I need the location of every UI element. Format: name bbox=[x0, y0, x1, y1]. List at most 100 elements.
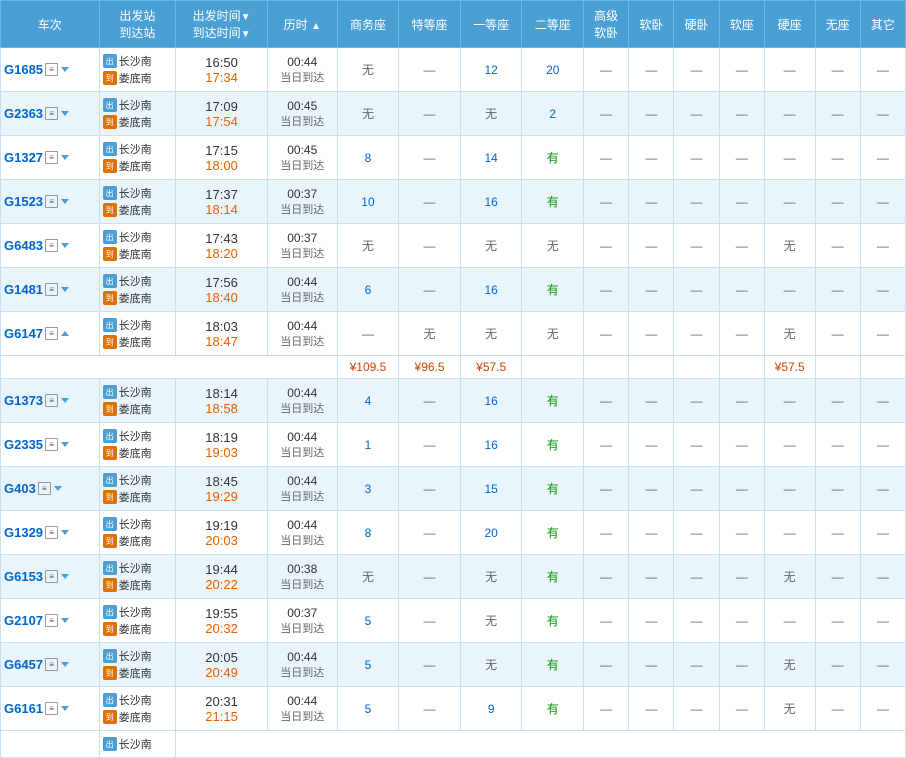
train-number[interactable]: G6483 ≡ bbox=[1, 224, 100, 268]
arr-time: 18:40 bbox=[179, 290, 264, 305]
col-times[interactable]: 出发时间▼到达时间▼ bbox=[176, 1, 268, 48]
table-cell: — bbox=[860, 511, 905, 555]
table-cell: — bbox=[399, 687, 461, 731]
table-cell: — bbox=[719, 136, 764, 180]
station-cell: 出 长沙南 到 娄底南 bbox=[99, 180, 176, 224]
table-cell[interactable]: 15 bbox=[460, 467, 522, 511]
table-cell: 有 bbox=[522, 268, 584, 312]
table-cell: 无 bbox=[337, 48, 399, 92]
table-cell[interactable]: 8 bbox=[337, 136, 399, 180]
table-cell: 无 bbox=[460, 643, 522, 687]
arr-time: 20:49 bbox=[179, 665, 264, 680]
dep-time: 17:09 bbox=[179, 99, 264, 114]
price-soft-sleeper bbox=[629, 356, 674, 379]
duration: 00:44 bbox=[271, 650, 334, 664]
train-detail-icon[interactable]: ≡ bbox=[45, 283, 58, 296]
table-cell[interactable]: 8 bbox=[337, 511, 399, 555]
train-detail-icon[interactable]: ≡ bbox=[45, 658, 58, 671]
dep-station-icon: 出 bbox=[103, 318, 117, 332]
table-cell[interactable]: 5 bbox=[337, 599, 399, 643]
train-number[interactable]: G1523 ≡ bbox=[1, 180, 100, 224]
same-day-note: 当日到达 bbox=[271, 333, 334, 349]
train-number[interactable]: G1685 ≡ bbox=[1, 48, 100, 92]
table-cell: 无 bbox=[337, 224, 399, 268]
train-number[interactable]: G6161 ≡ bbox=[1, 687, 100, 731]
table-cell[interactable]: 6 bbox=[337, 268, 399, 312]
table-cell: — bbox=[764, 268, 815, 312]
station-cell: 出 长沙南 到 娄底南 bbox=[99, 312, 176, 356]
train-number[interactable]: G1327 ≡ bbox=[1, 136, 100, 180]
table-cell[interactable]: 12 bbox=[460, 48, 522, 92]
table-cell: — bbox=[629, 180, 674, 224]
train-number[interactable]: G2335 ≡ bbox=[1, 423, 100, 467]
table-cell[interactable]: 3 bbox=[337, 467, 399, 511]
table-cell[interactable]: 5 bbox=[337, 687, 399, 731]
train-number[interactable]: G2363 ≡ bbox=[1, 92, 100, 136]
table-cell[interactable]: 9 bbox=[460, 687, 522, 731]
table-cell: — bbox=[719, 467, 764, 511]
col-duration[interactable]: 历时 ▲ bbox=[267, 1, 337, 48]
train-detail-icon[interactable]: ≡ bbox=[45, 63, 58, 76]
train-detail-icon[interactable]: ≡ bbox=[45, 151, 58, 164]
table-cell: — bbox=[629, 423, 674, 467]
train-detail-icon[interactable]: ≡ bbox=[45, 107, 58, 120]
table-cell[interactable]: 5 bbox=[337, 643, 399, 687]
table-cell[interactable]: 16 bbox=[460, 423, 522, 467]
table-cell: 无 bbox=[764, 555, 815, 599]
time-cell: 18:03 18:47 bbox=[176, 312, 268, 356]
table-cell[interactable]: 4 bbox=[337, 379, 399, 423]
table-cell: 无 bbox=[764, 312, 815, 356]
table-cell[interactable]: 10 bbox=[337, 180, 399, 224]
table-cell[interactable]: 16 bbox=[460, 268, 522, 312]
time-cell: 16:50 17:34 bbox=[176, 48, 268, 92]
dep-station: 长沙南 bbox=[119, 317, 152, 333]
train-detail-icon[interactable]: ≡ bbox=[45, 327, 58, 340]
table-row: G6457 ≡ 出 长沙南 到 娄底南 20:05 20:49 00:44 当日… bbox=[1, 643, 906, 687]
price-no-seat bbox=[815, 356, 860, 379]
price-soft-seat bbox=[719, 356, 764, 379]
dep-time: 17:43 bbox=[179, 231, 264, 246]
table-cell[interactable]: 14 bbox=[460, 136, 522, 180]
train-detail-icon[interactable]: ≡ bbox=[45, 195, 58, 208]
arr-time: 20:03 bbox=[179, 533, 264, 548]
table-cell: — bbox=[584, 423, 629, 467]
table-cell: — bbox=[674, 136, 719, 180]
train-number[interactable]: G1329 ≡ bbox=[1, 511, 100, 555]
table-cell[interactable]: 1 bbox=[337, 423, 399, 467]
train-detail-icon[interactable]: ≡ bbox=[45, 614, 58, 627]
table-cell: — bbox=[584, 687, 629, 731]
train-number[interactable]: G1481 ≡ bbox=[1, 268, 100, 312]
table-cell[interactable]: 20 bbox=[460, 511, 522, 555]
price-first: ¥57.5 bbox=[460, 356, 522, 379]
train-detail-icon[interactable]: ≡ bbox=[45, 438, 58, 451]
dep-station: 长沙南 bbox=[119, 53, 152, 69]
train-number[interactable]: G6457 ≡ bbox=[1, 643, 100, 687]
table-cell[interactable]: 2 bbox=[522, 92, 584, 136]
train-number[interactable]: G6153 ≡ bbox=[1, 555, 100, 599]
duration-cell: 00:37 当日到达 bbox=[267, 180, 337, 224]
dep-station: 长沙南 bbox=[119, 604, 152, 620]
train-detail-icon[interactable]: ≡ bbox=[45, 526, 58, 539]
train-number[interactable]: G1373 ≡ bbox=[1, 379, 100, 423]
train-number[interactable]: G2107 ≡ bbox=[1, 599, 100, 643]
train-number[interactable]: G403 ≡ bbox=[1, 467, 100, 511]
train-detail-icon[interactable]: ≡ bbox=[45, 570, 58, 583]
dep-time: 18:45 bbox=[179, 474, 264, 489]
dep-station-icon: 出 bbox=[103, 561, 117, 575]
train-number[interactable]: G6147 ≡ bbox=[1, 312, 100, 356]
train-detail-icon[interactable]: ≡ bbox=[45, 702, 58, 715]
train-number[interactable] bbox=[1, 731, 100, 758]
price-second bbox=[522, 356, 584, 379]
table-cell: — bbox=[584, 224, 629, 268]
table-cell[interactable]: 20 bbox=[522, 48, 584, 92]
same-day-note: 当日到达 bbox=[271, 488, 334, 504]
train-detail-icon[interactable]: ≡ bbox=[38, 482, 51, 495]
table-cell[interactable]: 16 bbox=[460, 379, 522, 423]
table-cell: — bbox=[399, 92, 461, 136]
table-cell[interactable]: 16 bbox=[460, 180, 522, 224]
table-cell: — bbox=[584, 467, 629, 511]
col-adv-sleeper: 高级软卧 bbox=[584, 1, 629, 48]
train-detail-icon[interactable]: ≡ bbox=[45, 394, 58, 407]
station-cell: 出 长沙南 到 娄底南 bbox=[99, 48, 176, 92]
train-detail-icon[interactable]: ≡ bbox=[45, 239, 58, 252]
